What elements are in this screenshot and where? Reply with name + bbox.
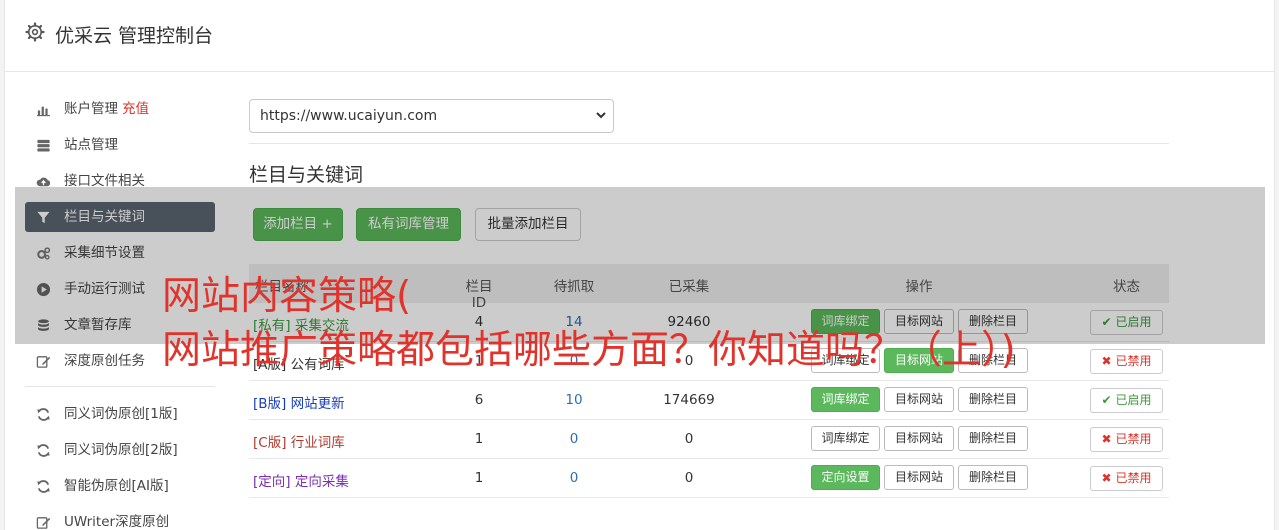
overlay-line-2: 网站推广策略都包括哪些方面？你知道吗？（上）) (162, 328, 1016, 373)
divider (249, 143, 1169, 144)
sidebar-item-label: 同义词伪原创[2版] (64, 442, 178, 458)
sidebar-item-label: 账户管理 (64, 101, 118, 117)
sidebar-item-label: 站点管理 (64, 137, 118, 153)
table-row: [C版] 行业词库 1 0 0 词库绑定 目标网站 删除栏目 ✖ 已禁用 (249, 420, 1169, 459)
lexicon-bind-button[interactable]: 定向设置 (811, 465, 880, 490)
sidebar-item2-3[interactable]: UWriter深度原创 (25, 507, 215, 530)
column-id: 6 (474, 392, 484, 408)
status-toggle[interactable]: ✔ 已启用 (1090, 388, 1163, 413)
pending-count[interactable]: 0 (549, 470, 599, 486)
sidebar-item-label: 智能伪原创[AI版] (64, 478, 169, 494)
refresh-icon (37, 408, 50, 421)
section-title: 栏目与关键词 (249, 164, 364, 186)
pending-count[interactable]: 10 (549, 392, 599, 408)
column-id: 1 (474, 431, 484, 447)
lexicon-bind-button[interactable]: 词库绑定 (811, 387, 880, 412)
column-tag: [B版] (253, 396, 287, 412)
sidebar-item-label: UWriter深度原创 (64, 514, 170, 530)
status-toggle[interactable]: ✖ 已禁用 (1090, 349, 1163, 374)
sidebar-item2-0[interactable]: 同义词伪原创[1版] (25, 399, 215, 429)
column-tag: [C版] (253, 435, 287, 451)
column-tag: [定向] (253, 474, 291, 490)
lexicon-bind-button[interactable]: 词库绑定 (811, 426, 880, 451)
collected-count: 0 (684, 431, 694, 447)
bar-chart-icon (36, 106, 51, 117)
delete-column-button[interactable]: 删除栏目 (958, 465, 1028, 490)
close-icon: ✖ (1101, 354, 1112, 368)
sidebar-item-label: 深度原创任务 (64, 353, 145, 369)
target-site-button[interactable]: 目标网站 (884, 387, 954, 412)
close-icon: ✖ (1101, 432, 1112, 446)
check-icon: ✔ (1101, 393, 1112, 407)
collected-count: 0 (684, 470, 694, 486)
delete-column-button[interactable]: 删除栏目 (958, 426, 1028, 451)
overlay-line-1: 网站内容策略( (162, 274, 412, 319)
status-toggle[interactable]: ✖ 已禁用 (1090, 427, 1163, 452)
target-site-button[interactable]: 目标网站 (884, 426, 954, 451)
refresh-icon (37, 480, 50, 493)
status-label: 已禁用 (1115, 432, 1152, 446)
top-bar: 优采云 管理控制台 (5, 0, 1274, 72)
target-site-button[interactable]: 目标网站 (884, 465, 954, 490)
recharge-link[interactable]: 充值 (122, 101, 149, 117)
status-label: 已禁用 (1115, 354, 1152, 368)
server-icon (37, 139, 50, 152)
collected-count: 174669 (663, 392, 715, 408)
sidebar-item2-2[interactable]: 智能伪原创[AI版] (25, 471, 215, 501)
edit-icon (36, 356, 51, 368)
edit-icon (36, 517, 51, 529)
sidebar-item-1[interactable]: 站点管理 (25, 130, 215, 160)
gear-icon (25, 22, 45, 42)
table-row: [定向] 定向采集 1 0 0 定向设置 目标网站 删除栏目 ✖ 已禁用 (249, 459, 1169, 498)
close-icon: ✖ (1101, 471, 1112, 485)
pending-count[interactable]: 0 (549, 431, 599, 447)
chevron-down-icon (596, 112, 606, 119)
overlay-headline: 网站内容策略( 网站推广策略都包括哪些方面？你知道吗？（上）) (162, 270, 1016, 378)
status-label: 已禁用 (1115, 471, 1152, 485)
table-row: [B版] 网站更新 6 10 174669 词库绑定 目标网站 删除栏目 ✔ 已启用 (249, 381, 1169, 420)
column-title: 网站更新 (290, 396, 345, 412)
site-select[interactable]: https://www.ucaiyun.com (249, 99, 614, 133)
site-select-value: https://www.ucaiyun.com (260, 108, 438, 124)
refresh-icon (37, 444, 50, 457)
sidebar-item2-1[interactable]: 同义词伪原创[2版] (25, 435, 215, 465)
sidebar-item-0[interactable]: 账户管理 充值 (25, 94, 215, 124)
status-label: 已启用 (1115, 393, 1152, 407)
column-title: 行业词库 (290, 435, 345, 451)
page-title: 优采云 管理控制台 (55, 25, 214, 47)
column-title: 定向采集 (294, 474, 349, 490)
sidebar-item-label: 同义词伪原创[1版] (64, 406, 178, 422)
status-toggle[interactable]: ✖ 已禁用 (1090, 466, 1163, 491)
delete-column-button[interactable]: 删除栏目 (958, 387, 1028, 412)
column-name[interactable]: [B版] 网站更新 (253, 392, 345, 412)
column-id: 1 (474, 470, 484, 486)
sidebar-divider (25, 386, 215, 387)
column-name[interactable]: [定向] 定向采集 (253, 470, 349, 490)
column-name[interactable]: [C版] 行业词库 (253, 431, 345, 451)
